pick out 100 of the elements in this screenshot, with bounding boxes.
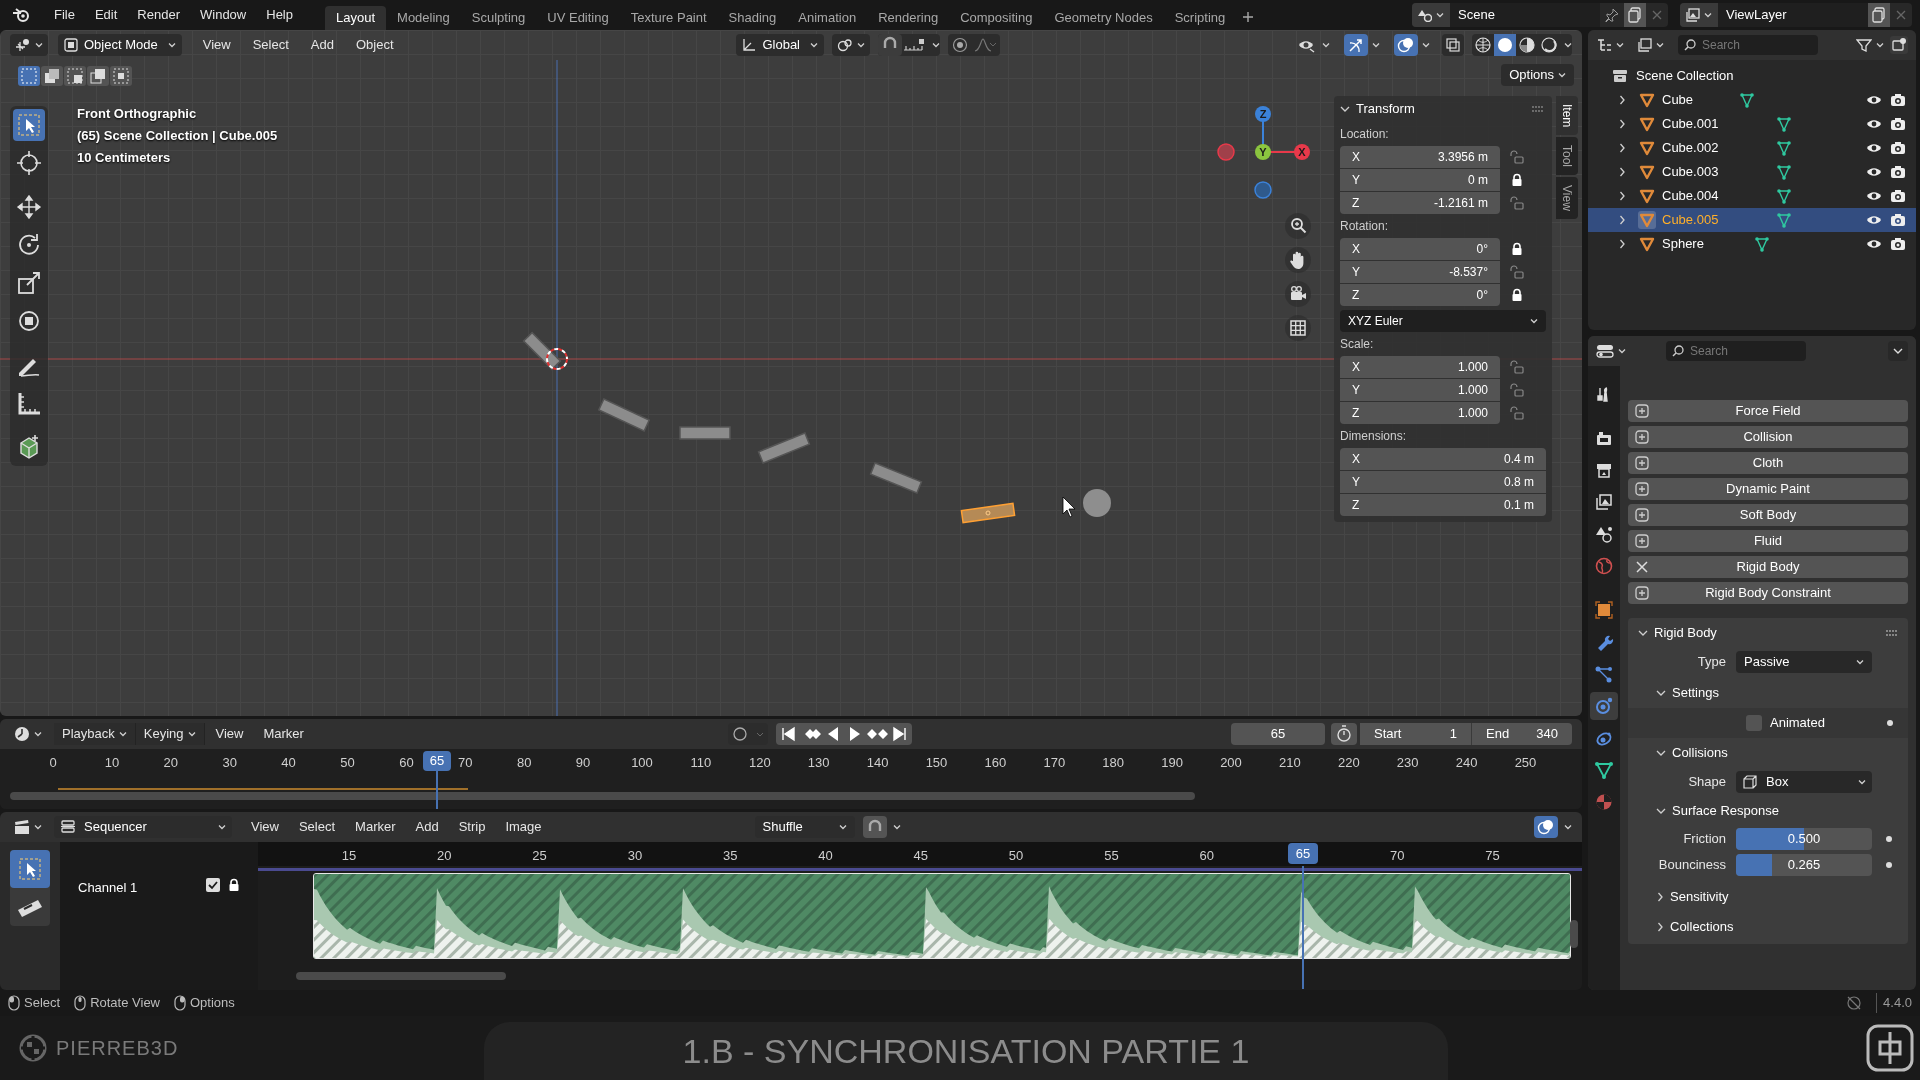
selection-mode-icon[interactable] xyxy=(64,66,86,86)
view-type-dropdown[interactable]: Sequencer xyxy=(54,816,232,838)
number-field[interactable]: Z 0° xyxy=(1340,284,1500,306)
menu-item[interactable]: Select xyxy=(243,35,298,55)
overlays-toggle-icon[interactable] xyxy=(1534,816,1558,838)
chevron-right-icon[interactable] xyxy=(1618,95,1626,105)
chevron-down-icon[interactable] xyxy=(1340,105,1350,113)
menu-item[interactable]: Render xyxy=(127,5,190,25)
navigation-gizmo[interactable] xyxy=(1217,106,1310,199)
number-field[interactable]: Z 0.1 m xyxy=(1340,494,1546,516)
workspace-tab[interactable]: Modeling xyxy=(386,6,461,30)
rotation-mode-dropdown[interactable]: XYZ Euler xyxy=(1340,310,1546,332)
options-chevron-icon[interactable] xyxy=(1888,341,1908,361)
editor-type-button[interactable] xyxy=(1596,38,1624,52)
playhead-frame[interactable]: 65 xyxy=(1288,843,1318,864)
menu-item[interactable]: Object xyxy=(346,35,403,55)
chevron-right-icon[interactable] xyxy=(1656,922,1664,932)
number-field[interactable]: Y 1.000 xyxy=(1340,379,1500,401)
menu-item[interactable]: Help xyxy=(256,5,303,25)
start-frame-field[interactable]: Start 1 xyxy=(1360,723,1472,745)
menu-item[interactable]: View xyxy=(242,817,288,837)
pivot-point-button[interactable] xyxy=(832,34,870,56)
lock-open-icon[interactable] xyxy=(1510,265,1524,279)
value-slider[interactable]: 0.500 xyxy=(1736,828,1872,850)
shape-dropdown[interactable]: Box xyxy=(1736,771,1872,793)
physics-button[interactable]: Force Field xyxy=(1628,400,1908,422)
horizontal-scrollbar[interactable] xyxy=(10,792,1195,800)
duplicate-icon[interactable] xyxy=(1868,3,1890,27)
eye-icon[interactable] xyxy=(1866,214,1882,226)
outliner-row[interactable]: Cube.005 xyxy=(1588,208,1916,232)
eye-icon[interactable] xyxy=(1866,142,1882,154)
number-field[interactable]: X 0.4 m xyxy=(1340,448,1546,470)
outliner-row[interactable]: Cube.002 xyxy=(1588,136,1916,160)
keyframe-dot-icon[interactable] xyxy=(1885,861,1893,869)
lock-open-icon[interactable] xyxy=(1510,196,1524,210)
number-field[interactable]: Y 0 m xyxy=(1340,169,1500,191)
chevron-down-icon[interactable] xyxy=(1656,749,1666,757)
menu-item[interactable]: Strip xyxy=(449,817,495,837)
physics-button[interactable]: Dynamic Paint xyxy=(1628,478,1908,500)
scene-icon[interactable] xyxy=(1418,8,1432,22)
drag-handle-icon[interactable] xyxy=(1532,106,1544,112)
workspace-tab[interactable]: Layout xyxy=(325,6,387,30)
orientation-dropdown[interactable]: Global xyxy=(736,34,824,56)
lock-open-icon[interactable] xyxy=(1510,406,1524,420)
workspace-tab[interactable]: Shading xyxy=(717,6,788,30)
eye-icon[interactable] xyxy=(1866,94,1882,106)
menu-dropdown[interactable]: Playback xyxy=(54,723,136,745)
camera-icon[interactable] xyxy=(1890,117,1906,131)
chevron-right-icon[interactable] xyxy=(1618,119,1626,129)
proportional-editing-icon[interactable] xyxy=(952,37,968,53)
keyframe-dot-icon[interactable] xyxy=(1885,835,1893,843)
chevron-down-icon[interactable] xyxy=(1656,689,1666,697)
menu-item[interactable]: Add xyxy=(301,35,343,55)
panel-title[interactable]: Collections xyxy=(1670,917,1734,937)
number-field[interactable]: X 3.3956 m xyxy=(1340,146,1500,168)
value-slider[interactable]: 0.265 xyxy=(1736,854,1872,876)
number-field[interactable]: X 0° xyxy=(1340,238,1500,260)
menu-item[interactable]: Window xyxy=(190,5,257,25)
lock-open-icon[interactable] xyxy=(1510,150,1524,164)
menu-item[interactable]: Edit xyxy=(84,5,128,25)
selection-mode-icon[interactable] xyxy=(41,66,63,86)
outliner-row[interactable]: Cube.001 xyxy=(1588,112,1916,136)
selection-mode-icon[interactable] xyxy=(87,66,109,86)
panel-title[interactable]: Settings xyxy=(1672,683,1719,703)
camera-icon[interactable] xyxy=(1890,213,1906,227)
camera-icon[interactable] xyxy=(1890,165,1906,179)
number-field[interactable]: Z 1.000 xyxy=(1340,402,1500,424)
view-layer-name-field[interactable]: ViewLayer xyxy=(1718,3,1868,27)
outliner-row[interactable]: Cube.004 xyxy=(1588,184,1916,208)
number-field[interactable]: Y 0.8 m xyxy=(1340,471,1546,493)
camera-icon[interactable] xyxy=(1284,280,1312,308)
magnet-icon[interactable] xyxy=(862,816,887,838)
image-stack-icon[interactable] xyxy=(1686,8,1700,22)
display-mode-button[interactable] xyxy=(1638,38,1664,52)
sidebar-tab[interactable]: Tool xyxy=(1556,137,1578,176)
horizontal-scrollbar[interactable] xyxy=(296,972,506,980)
keyframe-dot-icon[interactable] xyxy=(1886,719,1894,727)
eye-icon[interactable] xyxy=(1866,238,1882,250)
select-tool-icon[interactable] xyxy=(10,850,50,888)
search-field[interactable]: Search xyxy=(1678,35,1818,55)
camera-icon[interactable] xyxy=(1890,141,1906,155)
gizmo-toggle-icon[interactable] xyxy=(1344,34,1368,56)
outliner-row[interactable]: Cube xyxy=(1588,88,1916,112)
workspace-tab[interactable]: Geometry Nodes xyxy=(1043,6,1164,30)
camera-icon[interactable] xyxy=(1890,93,1906,107)
collection-name[interactable]: Scene Collection xyxy=(1636,66,1734,86)
menu-item[interactable]: View xyxy=(193,35,240,55)
app-logo-icon[interactable] xyxy=(12,7,30,23)
chevron-right-icon[interactable] xyxy=(1618,239,1626,249)
panel-title[interactable]: Collisions xyxy=(1672,743,1728,763)
chevron-right-icon[interactable] xyxy=(1618,215,1626,225)
number-field[interactable]: Y -8.537° xyxy=(1340,261,1500,283)
overlays-toggle-icon[interactable] xyxy=(1394,34,1418,56)
drag-handle-icon[interactable] xyxy=(1886,630,1898,636)
menu-item[interactable]: File xyxy=(44,5,85,25)
workspace-tab[interactable]: Compositing xyxy=(949,6,1044,30)
selection-mode-icon[interactable] xyxy=(18,66,40,86)
grid-icon[interactable] xyxy=(1284,314,1312,342)
outliner-row[interactable]: Cube.003 xyxy=(1588,160,1916,184)
panel-title[interactable]: Transform xyxy=(1356,99,1415,119)
